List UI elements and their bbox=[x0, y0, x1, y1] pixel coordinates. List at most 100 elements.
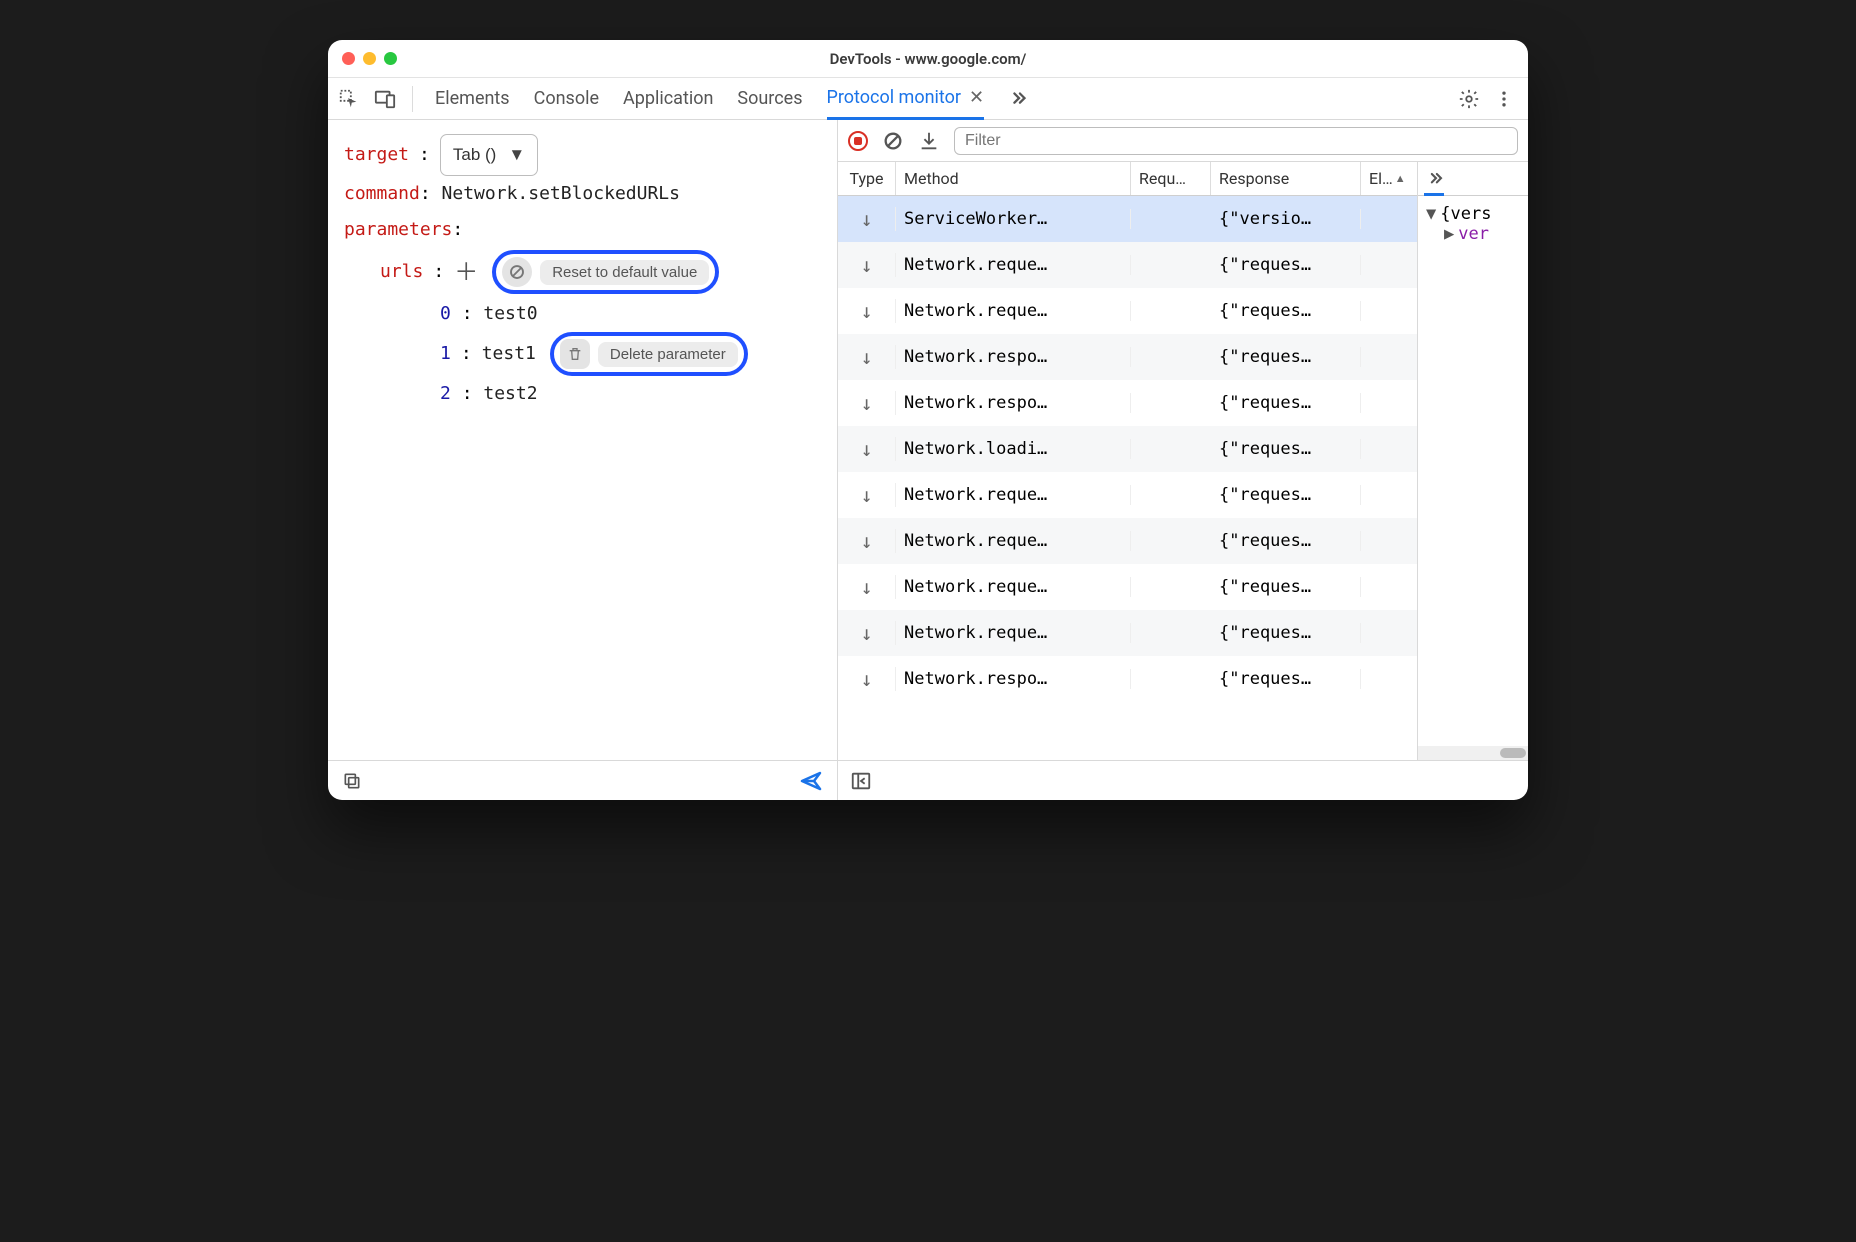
cell-method: Network.reque… bbox=[896, 531, 1131, 551]
delete-label: Delete parameter bbox=[598, 342, 738, 367]
detail-pane: ▼ {vers ▶ ver bbox=[1418, 162, 1528, 760]
record-button[interactable] bbox=[848, 131, 868, 151]
cell-method: ServiceWorker… bbox=[896, 209, 1131, 229]
cell-type: ↓ bbox=[838, 483, 896, 507]
reset-callout: Reset to default value bbox=[492, 250, 719, 294]
command-editor-pane: target: Tab () ▼ command: Network.setBlo… bbox=[328, 120, 838, 800]
protocol-monitor-pane: Type Method Requ… Response El…▲ ↓Service… bbox=[838, 120, 1528, 800]
reset-button[interactable] bbox=[502, 257, 532, 287]
settings-icon[interactable] bbox=[1458, 88, 1480, 110]
url-value-1[interactable]: test1 bbox=[482, 336, 536, 372]
tab-elements[interactable]: Elements bbox=[435, 78, 510, 120]
tab-protocol-monitor[interactable]: Protocol monitor ✕ bbox=[827, 78, 985, 120]
cell-method: Network.reque… bbox=[896, 485, 1131, 505]
cell-response: {"reques… bbox=[1211, 393, 1361, 413]
col-elapsed[interactable]: El…▲ bbox=[1361, 162, 1417, 195]
table-row[interactable]: ↓Network.respo… {"reques… bbox=[838, 334, 1417, 380]
col-request[interactable]: Requ… bbox=[1131, 162, 1211, 195]
tree-root[interactable]: ▼ {vers bbox=[1426, 204, 1520, 224]
cell-method: Network.reque… bbox=[896, 577, 1131, 597]
cell-method: Network.reque… bbox=[896, 623, 1131, 643]
table-row[interactable]: ↓Network.reque… {"reques… bbox=[838, 564, 1417, 610]
table-row[interactable]: ↓Network.reque…{"reques… bbox=[838, 288, 1417, 334]
devtools-window: DevTools - www.google.com/ Elements Cons… bbox=[328, 40, 1528, 800]
cell-response: {"versio… bbox=[1211, 209, 1361, 229]
close-tab-icon[interactable]: ✕ bbox=[969, 89, 984, 107]
cell-type: ↓ bbox=[838, 299, 896, 323]
delete-callout: Delete parameter bbox=[550, 332, 748, 376]
table-row[interactable]: ↓Network.reque… {"reques… bbox=[838, 472, 1417, 518]
cell-response: {"reques… bbox=[1211, 485, 1361, 505]
command-value: Network.setBlockedURLs bbox=[442, 183, 680, 204]
detail-more-icon[interactable] bbox=[1426, 169, 1446, 189]
table-row[interactable]: ↓Network.reque…{"reques… bbox=[838, 518, 1417, 564]
add-item-icon[interactable]: ＋ bbox=[454, 248, 478, 296]
cell-type: ↓ bbox=[838, 575, 896, 599]
table-row[interactable]: ↓Network.loadi… {"reques… bbox=[838, 426, 1417, 472]
cell-response: {"reques… bbox=[1211, 439, 1361, 459]
more-options-icon[interactable] bbox=[1494, 89, 1514, 109]
main-toolbar: Elements Console Application Sources Pro… bbox=[328, 78, 1528, 120]
filter-input[interactable] bbox=[954, 127, 1518, 155]
target-label: target bbox=[344, 137, 409, 173]
clear-icon[interactable] bbox=[882, 130, 904, 152]
cell-response: {"reques… bbox=[1211, 623, 1361, 643]
more-tabs-icon[interactable] bbox=[1008, 88, 1030, 110]
cell-type: ↓ bbox=[838, 621, 896, 645]
cell-type: ↓ bbox=[838, 253, 896, 277]
url-value-2[interactable]: test2 bbox=[483, 383, 537, 404]
table-row[interactable]: ↓Network.respo…{"reques… bbox=[838, 656, 1417, 702]
cell-response: {"reques… bbox=[1211, 301, 1361, 321]
horizontal-scrollbar[interactable] bbox=[1418, 746, 1528, 760]
cell-method: Network.respo… bbox=[896, 669, 1131, 689]
target-select[interactable]: Tab () ▼ bbox=[440, 134, 538, 176]
urls-label: urls bbox=[380, 254, 423, 290]
col-response[interactable]: Response bbox=[1211, 162, 1361, 195]
cell-method: Network.reque… bbox=[896, 255, 1131, 275]
url-index-1: 1 bbox=[440, 336, 451, 372]
tree-child[interactable]: ▶ ver bbox=[1426, 224, 1520, 244]
left-bottom-bar bbox=[328, 760, 837, 800]
table-row[interactable]: ↓Network.reque… {"reques… bbox=[838, 610, 1417, 656]
monitor-toolbar bbox=[838, 120, 1528, 162]
command-label: command bbox=[344, 183, 420, 204]
minimize-window-button[interactable] bbox=[363, 52, 376, 65]
cell-response: {"reques… bbox=[1211, 669, 1361, 689]
inspect-element-icon[interactable] bbox=[338, 88, 360, 110]
window-controls bbox=[342, 52, 397, 65]
url-value-0[interactable]: test0 bbox=[483, 303, 537, 324]
parameters-label: parameters bbox=[344, 219, 452, 240]
col-method[interactable]: Method bbox=[896, 162, 1131, 195]
tab-console[interactable]: Console bbox=[534, 78, 599, 120]
url-index-0: 0 bbox=[440, 303, 451, 324]
titlebar: DevTools - www.google.com/ bbox=[328, 40, 1528, 78]
sort-asc-icon: ▲ bbox=[1395, 172, 1406, 185]
cell-method: Network.loadi… bbox=[896, 439, 1131, 459]
cell-type: ↓ bbox=[838, 437, 896, 461]
tab-application[interactable]: Application bbox=[623, 78, 713, 120]
device-toolbar-icon[interactable] bbox=[374, 88, 396, 110]
save-icon[interactable] bbox=[918, 130, 940, 152]
caret-down-icon: ▼ bbox=[1426, 204, 1436, 224]
table-row[interactable]: ↓ServiceWorker… {"versio… bbox=[838, 196, 1417, 242]
caret-right-icon: ▶ bbox=[1444, 224, 1454, 244]
toggle-sidebar-icon[interactable] bbox=[850, 770, 872, 792]
reset-label: Reset to default value bbox=[540, 260, 709, 285]
table-row[interactable]: ↓Network.respo…{"reques… bbox=[838, 380, 1417, 426]
cell-response: {"reques… bbox=[1211, 531, 1361, 551]
window-title: DevTools - www.google.com/ bbox=[328, 50, 1528, 68]
cell-response: {"reques… bbox=[1211, 577, 1361, 597]
right-bottom-bar bbox=[838, 760, 1528, 800]
send-icon[interactable] bbox=[799, 769, 823, 793]
cell-response: {"reques… bbox=[1211, 347, 1361, 367]
copy-icon[interactable] bbox=[342, 771, 362, 791]
maximize-window-button[interactable] bbox=[384, 52, 397, 65]
table-row[interactable]: ↓Network.reque…{"reques… bbox=[838, 242, 1417, 288]
cell-method: Network.respo… bbox=[896, 347, 1131, 367]
close-window-button[interactable] bbox=[342, 52, 355, 65]
delete-button[interactable] bbox=[560, 339, 590, 369]
cell-type: ↓ bbox=[838, 207, 896, 231]
cell-type: ↓ bbox=[838, 345, 896, 369]
tab-sources[interactable]: Sources bbox=[737, 78, 802, 120]
col-type[interactable]: Type bbox=[838, 162, 896, 195]
